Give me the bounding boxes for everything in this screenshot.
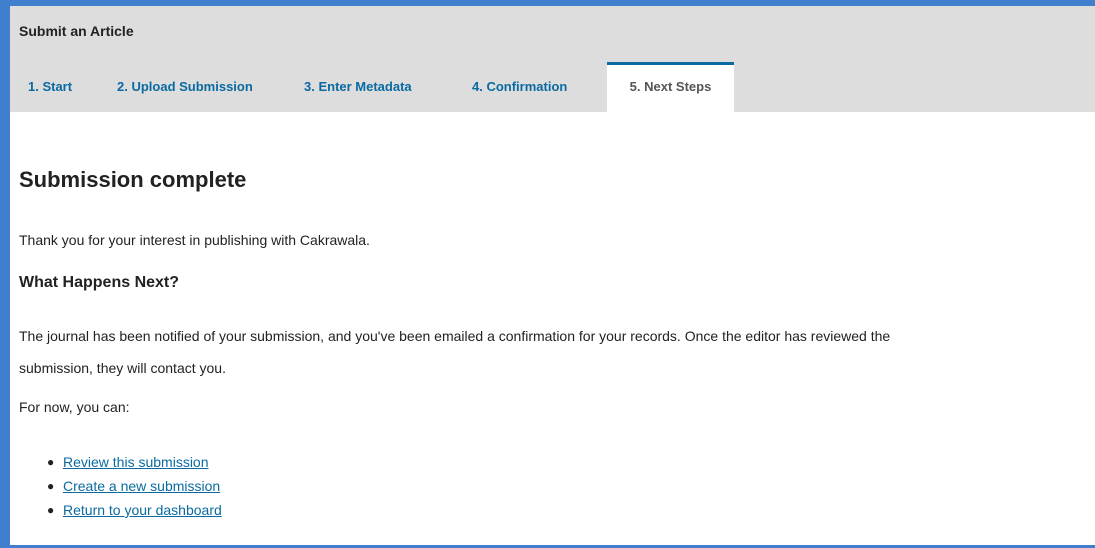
for-now-text: For now, you can: bbox=[19, 399, 130, 415]
wizard-tabs: 1. Start 2. Upload Submission 3. Enter M… bbox=[10, 62, 1095, 112]
list-item: ● Return to your dashboard bbox=[47, 498, 222, 522]
bullet-icon: ● bbox=[47, 479, 55, 493]
return-to-dashboard-link[interactable]: Return to your dashboard bbox=[63, 502, 222, 518]
what-happens-next-heading: What Happens Next? bbox=[19, 274, 180, 291]
review-submission-link[interactable]: Review this submission bbox=[63, 454, 209, 470]
tab-next-steps[interactable]: 5. Next Steps bbox=[607, 62, 734, 112]
tab-start[interactable]: 1. Start bbox=[28, 62, 72, 112]
bullet-icon: ● bbox=[47, 503, 55, 517]
page-title: Submit an Article bbox=[19, 23, 134, 39]
list-item: ● Create a new submission bbox=[47, 474, 222, 498]
thanks-text: Thank you for your interest in publishin… bbox=[19, 232, 370, 248]
submission-complete-heading: Submission complete bbox=[19, 167, 247, 192]
list-item: ● Review this submission bbox=[47, 450, 222, 474]
notification-text-line1: The journal has been notified of your su… bbox=[19, 328, 891, 344]
next-steps-list: ● Review this submission ● Create a new … bbox=[47, 450, 222, 522]
create-new-submission-link[interactable]: Create a new submission bbox=[63, 478, 220, 494]
tab-enter-metadata[interactable]: 3. Enter Metadata bbox=[304, 62, 412, 112]
modal-frame: Submit an Article 1. Start 2. Upload Sub… bbox=[0, 0, 1095, 548]
tab-upload-submission[interactable]: 2. Upload Submission bbox=[117, 62, 253, 112]
notification-text-line2: submission, they will contact you. bbox=[19, 360, 226, 376]
wizard-header: Submit an Article 1. Start 2. Upload Sub… bbox=[10, 6, 1095, 112]
bullet-icon: ● bbox=[47, 455, 55, 469]
tab-confirmation[interactable]: 4. Confirmation bbox=[472, 62, 567, 112]
